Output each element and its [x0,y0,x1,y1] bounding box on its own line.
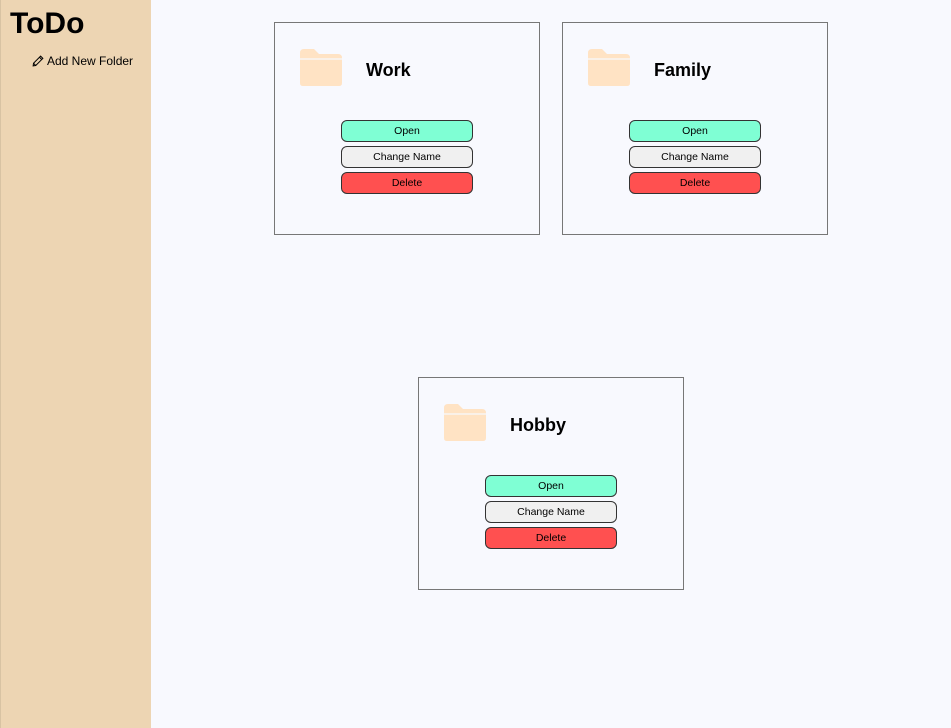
folder-actions: Open Change Name Delete [485,475,617,553]
folder-icon [586,47,632,87]
folder-icon [442,402,488,442]
folder-actions: Open Change Name Delete [629,120,761,198]
folder-name: Family [654,60,712,80]
app-title: ToDo [10,7,85,40]
change-name-button[interactable]: Change Name [629,146,761,168]
folder-card-hobby: Hobby Open Change Name Delete [418,377,684,590]
delete-button[interactable]: Delete [485,527,617,549]
folder-icon [298,47,344,87]
add-new-folder-button[interactable]: Add New Folder [32,54,133,68]
folder-name: Work [366,60,411,80]
change-name-button[interactable]: Change Name [341,146,473,168]
sidebar: ToDo Add New Folder [0,0,151,728]
folder-card-work: Work Open Change Name Delete [274,22,540,235]
open-button[interactable]: Open [341,120,473,142]
open-button[interactable]: Open [629,120,761,142]
folder-grid: Work Open Change Name Delete Family Open… [151,0,951,728]
folder-card-family: Family Open Change Name Delete [562,22,828,235]
pencil-icon [32,55,44,67]
delete-button[interactable]: Delete [341,172,473,194]
add-new-folder-label: Add New Folder [47,54,134,68]
open-button[interactable]: Open [485,475,617,497]
folder-actions: Open Change Name Delete [341,120,473,198]
change-name-button[interactable]: Change Name [485,501,617,523]
folder-name: Hobby [510,415,566,435]
delete-button[interactable]: Delete [629,172,761,194]
